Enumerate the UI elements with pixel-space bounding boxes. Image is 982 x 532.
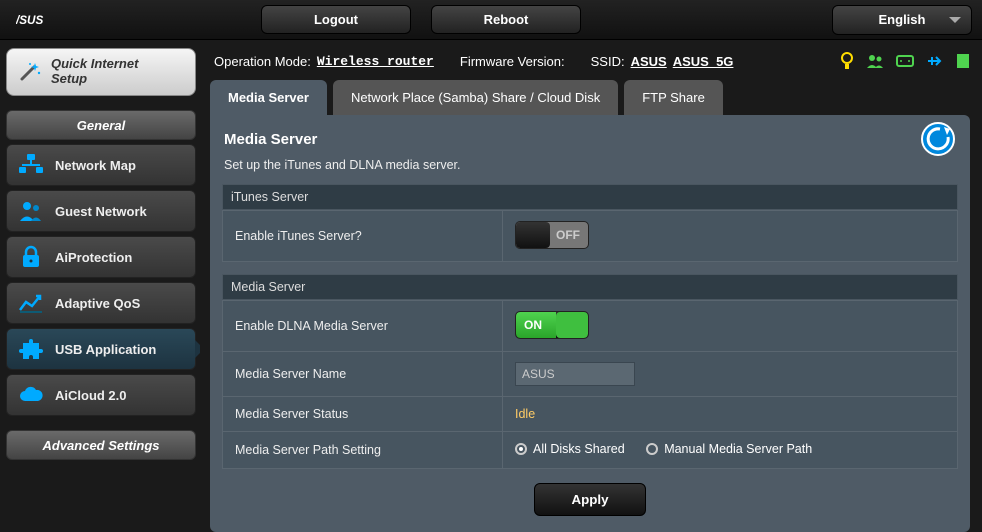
media-name-input[interactable] <box>515 362 635 386</box>
sidebar-section-general: General <box>6 110 196 140</box>
users-icon[interactable] <box>866 53 884 69</box>
radio-icon <box>515 443 527 455</box>
sidebar-item-label: AiCloud 2.0 <box>55 388 127 403</box>
radio-label: All Disks Shared <box>533 442 625 456</box>
sidebar-item-usb-application[interactable]: USB Application <box>6 328 196 370</box>
chart-icon <box>17 289 45 317</box>
disk-icon[interactable] <box>956 53 970 69</box>
radio-icon <box>646 443 658 455</box>
logout-button[interactable]: Logout <box>261 5 411 34</box>
info-line: Operation Mode: Wireless router Firmware… <box>210 48 970 80</box>
ssid-label: SSID: <box>591 54 625 69</box>
asus-logo: /SUS <box>16 11 81 29</box>
sidebar-item-label: Guest Network <box>55 204 147 219</box>
guest-network-icon <box>17 197 45 225</box>
chevron-down-icon <box>949 17 961 23</box>
link-icon[interactable] <box>896 53 914 69</box>
media-status-value: Idle <box>515 407 535 421</box>
sidebar-item-network-map[interactable]: Network Map <box>6 144 196 186</box>
fw-version-label: Firmware Version: <box>460 54 565 69</box>
dlna-toggle[interactable]: ON <box>515 311 589 339</box>
cloud-icon <box>17 381 45 409</box>
panel-desc: Set up the iTunes and DLNA media server. <box>222 158 958 184</box>
topbar: /SUS Logout Reboot English <box>0 0 982 40</box>
language-select[interactable]: English <box>832 5 972 35</box>
sidebar-item-label: USB Application <box>55 342 156 357</box>
apply-button[interactable]: Apply <box>534 483 645 516</box>
sidebar-section-advanced: Advanced Settings <box>6 430 196 460</box>
tab-samba-share[interactable]: Network Place (Samba) Share / Cloud Disk <box>333 80 618 115</box>
group-media-header: Media Server <box>222 274 958 300</box>
sidebar-item-adaptive-qos[interactable]: Adaptive QoS <box>6 282 196 324</box>
media-name-label: Media Server Name <box>223 352 503 397</box>
panel-title: Media Server <box>222 127 958 158</box>
dlna-enable-label: Enable DLNA Media Server <box>223 301 503 352</box>
media-status-label: Media Server Status <box>223 397 503 432</box>
sidebar-item-aiprotection[interactable]: AiProtection <box>6 236 196 278</box>
puzzle-icon <box>17 335 45 363</box>
radio-label: Manual Media Server Path <box>664 442 812 456</box>
svg-text:/SUS: /SUS <box>16 13 43 26</box>
network-map-icon <box>17 151 45 179</box>
tab-ftp-share[interactable]: FTP Share <box>624 80 723 115</box>
panel: Media Server Set up the iTunes and DLNA … <box>210 115 970 532</box>
qis-label-1: Quick Internet <box>51 57 138 72</box>
sidebar-item-guest-network[interactable]: Guest Network <box>6 190 196 232</box>
itunes-toggle[interactable]: OFF <box>515 221 589 249</box>
ssid1-value[interactable]: ASUS <box>631 54 667 69</box>
bulb-icon[interactable] <box>840 52 854 70</box>
media-table: Enable DLNA Media Server ON Media Server… <box>222 300 958 469</box>
reboot-button[interactable]: Reboot <box>431 5 581 34</box>
sidebar-item-label: AiProtection <box>55 250 132 265</box>
tabs: Media Server Network Place (Samba) Share… <box>210 80 970 115</box>
sidebar: Quick Internet Setup General Network Map <box>0 40 200 516</box>
tab-media-server[interactable]: Media Server <box>210 80 327 115</box>
sidebar-item-aicloud[interactable]: AiCloud 2.0 <box>6 374 196 416</box>
sidebar-item-label: Adaptive QoS <box>55 296 140 311</box>
back-button[interactable] <box>920 121 956 157</box>
toggle-off-label: OFF <box>556 228 580 242</box>
wand-icon <box>17 60 43 84</box>
op-mode-value[interactable]: Wireless router <box>317 54 434 69</box>
media-path-label: Media Server Path Setting <box>223 432 503 469</box>
quick-internet-setup-button[interactable]: Quick Internet Setup <box>6 48 196 96</box>
qis-label-2: Setup <box>51 72 138 87</box>
op-mode-label: Operation Mode: <box>214 54 311 69</box>
toggle-on-label: ON <box>524 318 542 332</box>
ssid2-value[interactable]: ASUS_5G <box>673 54 734 69</box>
radio-all-disks[interactable]: All Disks Shared <box>515 442 625 456</box>
shield-lock-icon <box>17 243 45 271</box>
usb-icon[interactable] <box>926 54 944 68</box>
content: Operation Mode: Wireless router Firmware… <box>200 40 982 516</box>
itunes-table: Enable iTunes Server? OFF <box>222 210 958 262</box>
sidebar-item-label: Network Map <box>55 158 136 173</box>
group-itunes-header: iTunes Server <box>222 184 958 210</box>
language-select-label: English <box>879 12 926 27</box>
itunes-enable-label: Enable iTunes Server? <box>223 211 503 262</box>
radio-manual-path[interactable]: Manual Media Server Path <box>646 442 812 456</box>
